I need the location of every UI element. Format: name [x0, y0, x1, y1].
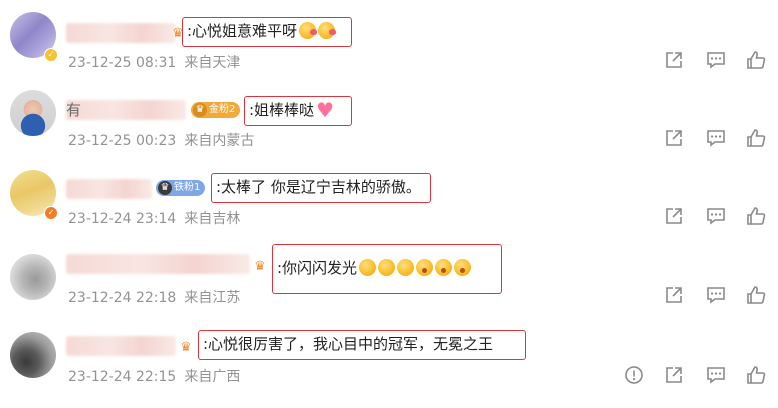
comment-text-content: :太棒了 你是辽宁吉林的骄傲。	[216, 178, 421, 196]
comment-text: :姐棒棒哒	[244, 96, 352, 126]
crown-icon: ♛	[158, 181, 172, 195]
fan-badge-label: 金粉2	[209, 104, 236, 115]
comment-icon[interactable]	[706, 285, 726, 305]
vip-crown-icon: ♛	[254, 259, 266, 274]
comment-time: 23-12-25 00:23	[68, 133, 177, 149]
comment-list: ✓ ♛ :心悦姐意难平呀 23-12-25 08:31来自天津 有 ♛金粉2	[0, 0, 778, 401]
gold-fan-badge[interactable]: ♛ 金粉2	[191, 102, 241, 118]
like-icon[interactable]	[746, 128, 766, 148]
username-blurred[interactable]	[66, 179, 152, 199]
comment-text-content: :心悦很厉害了，我心目中的冠军，无冕之王	[203, 335, 494, 353]
report-icon[interactable]	[624, 365, 644, 385]
comment-location: 来自内蒙古	[184, 133, 255, 149]
username-blurred[interactable]	[66, 336, 176, 356]
comment-time: 23-12-24 23:14	[68, 211, 177, 227]
vip-crown-icon: ♛	[180, 340, 192, 355]
wow-emoji-icon	[435, 259, 453, 276]
like-icon[interactable]	[746, 50, 766, 70]
wow-emoji-icon	[454, 259, 472, 276]
share-icon[interactable]	[664, 365, 684, 385]
username-visible-char: 有	[66, 101, 82, 119]
avatar[interactable]	[10, 254, 56, 300]
comment-location: 来自江苏	[184, 290, 241, 306]
kiss-emoji-icon	[299, 22, 318, 39]
comment-text-content: :心悦姐意难平呀	[187, 22, 298, 40]
comment-time: 23-12-24 22:18	[68, 290, 177, 306]
comment-meta: 23-12-24 23:14 来自吉林	[68, 208, 240, 228]
username-blurred[interactable]	[66, 254, 250, 274]
comment-actions	[618, 285, 778, 309]
verified-icon: ✓	[44, 48, 58, 62]
verified-icon: ✓	[44, 206, 58, 220]
heart-emoji-icon	[316, 97, 336, 124]
comment-text-content: :你闪闪发光	[277, 259, 358, 277]
fan-badge-label: 铁粉1	[174, 182, 201, 193]
comment-actions	[618, 128, 778, 152]
comment-text-content: :姐棒棒哒	[249, 101, 315, 119]
comment-time: 23-12-24 22:15	[68, 369, 177, 385]
smile-emoji-icon	[397, 259, 415, 276]
comment-item: 有 ♛金粉2 :姐棒棒哒 23-12-25 00:23 来自内蒙古	[0, 90, 778, 170]
kiss-emoji-icon	[318, 22, 337, 39]
wow-emoji-icon	[416, 259, 434, 276]
share-icon[interactable]	[664, 285, 684, 305]
comment-meta: 23-12-25 08:31 来自天津	[68, 52, 240, 72]
comment-actions	[618, 50, 778, 74]
comment-meta: 23-12-24 22:15 来自广西	[68, 366, 240, 386]
comment-actions	[618, 206, 778, 230]
comment-icon[interactable]	[706, 206, 726, 226]
comment-actions	[618, 365, 778, 389]
comment-meta: 23-12-25 00:23 来自内蒙古	[68, 130, 254, 150]
comment-text: :你闪闪发光	[272, 244, 502, 294]
like-icon[interactable]	[746, 285, 766, 305]
username-blurred[interactable]	[66, 100, 186, 120]
comment-icon[interactable]	[706, 365, 726, 385]
crown-icon: ♛	[193, 103, 207, 117]
like-icon[interactable]	[746, 206, 766, 226]
like-icon[interactable]	[746, 365, 766, 385]
share-icon[interactable]	[664, 128, 684, 148]
username-blurred[interactable]	[66, 23, 176, 43]
comment-meta: 23-12-24 22:18 来自江苏	[68, 287, 240, 307]
comment-text: :心悦很厉害了，我心目中的冠军，无冕之王	[198, 330, 526, 360]
comment-item: ♛ :心悦很厉害了，我心目中的冠军，无冕之王 23-12-24 22:15 来自广…	[0, 328, 778, 408]
comment-icon[interactable]	[706, 50, 726, 70]
comment-location: 来自天津	[184, 55, 241, 71]
avatar[interactable]	[10, 332, 56, 378]
comment-item: ✓ ♛ :心悦姐意难平呀 23-12-25 08:31 来自天津	[0, 12, 778, 92]
comment-text: :心悦姐意难平呀	[182, 17, 352, 47]
iron-fan-badge[interactable]: ♛ 铁粉1	[156, 180, 206, 196]
comment-location: 来自广西	[184, 369, 241, 385]
smile-emoji-icon	[359, 259, 377, 276]
comment-location: 来自吉林	[184, 211, 241, 227]
smile-emoji-icon	[378, 259, 396, 276]
comment-text: :太棒了 你是辽宁吉林的骄傲。	[211, 173, 431, 203]
comment-item: ♛ :你闪闪发光 23-12-24 22:18 来自江苏	[0, 244, 778, 328]
share-icon[interactable]	[664, 206, 684, 226]
comment-icon[interactable]	[706, 128, 726, 148]
comment-item: ✓ ♛ 铁粉1 :太棒了 你是辽宁吉林的骄傲。 23-12-24 23:14 来自吉…	[0, 170, 778, 250]
comment-time: 23-12-25 08:31	[68, 55, 177, 71]
avatar[interactable]	[10, 90, 56, 136]
share-icon[interactable]	[664, 50, 684, 70]
